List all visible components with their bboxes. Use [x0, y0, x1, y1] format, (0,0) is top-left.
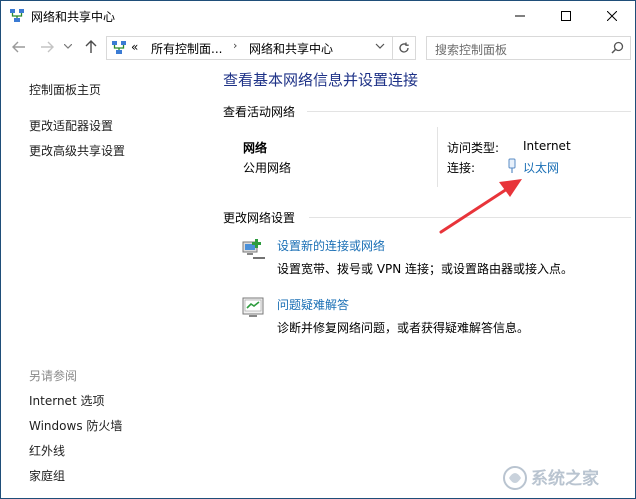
access-type-label: 访问类型: [447, 141, 500, 155]
breadcrumb-network-center[interactable]: 网络和共享中心 [249, 40, 333, 57]
ethernet-icon [508, 158, 516, 173]
change-settings-heading: 更改网络设置 [223, 211, 296, 225]
section-divider [309, 217, 631, 218]
sidebar-item-change-advanced-sharing[interactable]: 更改高级共享设置 [29, 142, 125, 159]
breadcrumb-separator[interactable]: › [233, 39, 237, 52]
breadcrumb-control-panel[interactable]: 所有控制面... [151, 40, 222, 57]
title-bar: 网络和共享中心 [1, 1, 635, 31]
search-icon[interactable] [611, 41, 624, 54]
search-placeholder[interactable]: 搜索控制面板 [435, 41, 507, 58]
up-arrow-icon [85, 40, 97, 53]
back-arrow-icon [12, 41, 25, 53]
refresh-icon [399, 42, 409, 53]
navigation-bar: « 所有控制面... › 网络和共享中心 搜索控制面板 [1, 33, 635, 61]
refresh-button[interactable] [392, 37, 415, 59]
close-icon [607, 11, 617, 21]
maximize-button[interactable] [543, 1, 589, 31]
connections-label: 连接: [447, 161, 476, 175]
forward-arrow-icon [41, 41, 54, 53]
watermark-logo: 系统之家 [503, 466, 599, 490]
section-divider [307, 111, 631, 112]
network-name: 网络 [243, 141, 268, 155]
breadcrumb-overflow[interactable]: « [131, 40, 138, 54]
network-center-icon [112, 41, 126, 54]
setup-new-connection-description: 设置宽带、拨号或 VPN 连接；或设置路由器或接入点。 [277, 262, 574, 276]
minimize-icon [515, 15, 525, 17]
see-also-heading: 另请参阅 [29, 369, 78, 383]
svg-text:系统之家: 系统之家 [531, 468, 599, 489]
maximize-icon [561, 11, 571, 21]
sidebar-item-change-adapter-settings[interactable]: 更改适配器设置 [29, 117, 113, 134]
new-connection-icon [242, 239, 265, 259]
chevron-down-icon [64, 44, 72, 49]
troubleshoot-link[interactable]: 问题疑难解答 [277, 296, 349, 313]
sidebar-item-homegroup[interactable]: 家庭组 [29, 467, 65, 484]
sidebar-item-infrared[interactable]: 红外线 [29, 442, 65, 459]
sidebar: 控制面板主页 更改适配器设置 更改高级共享设置 另请参阅 Internet 选项… [1, 61, 211, 498]
search-box[interactable]: 搜索控制面板 [426, 36, 631, 60]
sidebar-item-control-panel-home[interactable]: 控制面板主页 [29, 81, 101, 98]
recent-locations-button[interactable] [61, 37, 75, 57]
sidebar-item-windows-firewall[interactable]: Windows 防火墙 [29, 417, 122, 434]
setup-new-connection-link[interactable]: 设置新的连接或网络 [277, 237, 385, 254]
sidebar-item-internet-options[interactable]: Internet 选项 [29, 392, 104, 409]
window-title: 网络和共享中心 [31, 10, 116, 24]
active-networks-heading: 查看活动网络 [223, 105, 296, 119]
minimize-button[interactable] [497, 1, 543, 31]
ethernet-connection-link[interactable]: 以太网 [523, 159, 559, 176]
access-type-value: Internet [523, 139, 571, 153]
main-content: 查看基本网络信息并设置连接 查看活动网络 网络 公用网络 访问类型: Inter… [223, 61, 635, 498]
window: 网络和共享中心 « 所有控制面... › 网络和共享中心 搜索控制面板 控制面板… [0, 0, 636, 499]
back-button[interactable] [9, 37, 29, 57]
troubleshoot-icon [242, 297, 264, 317]
vertical-divider [437, 127, 438, 187]
troubleshoot-description: 诊断并修复网络问题，或者获得疑难解答信息。 [277, 321, 530, 335]
close-button[interactable] [589, 1, 635, 31]
page-title: 查看基本网络信息并设置连接 [223, 71, 419, 89]
up-button[interactable] [81, 37, 101, 57]
network-type: 公用网络 [243, 161, 292, 175]
chevron-down-icon[interactable] [375, 43, 385, 51]
forward-button[interactable] [37, 37, 57, 57]
address-bar[interactable]: « 所有控制面... › 网络和共享中心 [106, 36, 416, 60]
network-center-icon [10, 9, 24, 22]
